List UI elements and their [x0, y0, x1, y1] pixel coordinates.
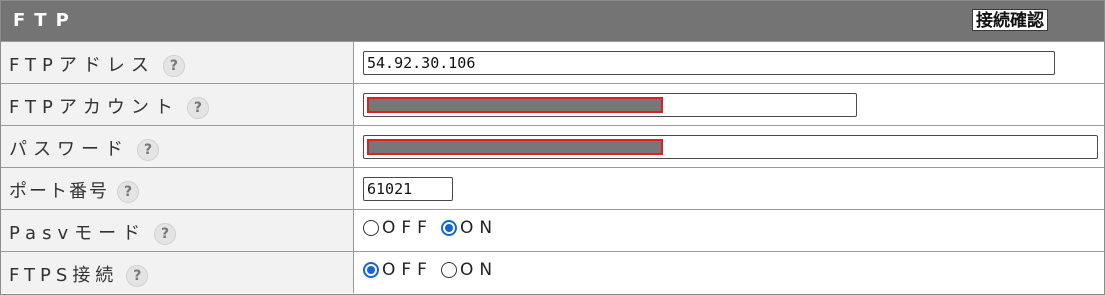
pasv-off-label[interactable]: OFF — [382, 218, 433, 238]
value-cell — [355, 84, 1104, 125]
label: FTPアカウント? — [9, 93, 209, 119]
label: FTPアドレス? — [9, 51, 185, 77]
pasv-off-radio[interactable] — [363, 220, 379, 236]
help-icon[interactable]: ? — [117, 181, 139, 203]
redacted-value — [367, 97, 663, 113]
help-icon[interactable]: ? — [186, 97, 209, 119]
label: ポート番号? — [9, 177, 139, 203]
row-pasv-mode: Pasvモード? OFF ON — [1, 209, 1104, 251]
ftps-on-radio[interactable] — [440, 262, 457, 278]
help-icon[interactable]: ? — [137, 139, 159, 161]
ftp-settings-panel: FTP 接続確認 FTPアドレス? 54.92.30.106 FTPアカウント? — [0, 0, 1105, 295]
value-cell: OFF ON — [355, 252, 1104, 293]
ftps-off-radio[interactable] — [363, 262, 379, 278]
help-icon[interactable]: ? — [126, 265, 149, 287]
label: FTPS接続? — [9, 261, 149, 287]
value-cell: 61021 — [355, 168, 1104, 209]
pasv-mode-label: Pasvモード — [9, 223, 147, 244]
pasv-on-label[interactable]: ON — [460, 218, 498, 238]
ftps-off-label[interactable]: OFF — [382, 260, 433, 280]
help-icon[interactable]: ? — [162, 55, 185, 77]
label-cell: Pasvモード? — [1, 210, 354, 251]
ftps-label: FTPS接続 — [9, 265, 119, 286]
row-ftp-account: FTPアカウント? — [1, 83, 1104, 125]
label-cell: FTPアカウント? — [1, 84, 354, 125]
pasv-mode-radio-group: OFF ON — [363, 218, 506, 238]
label: Pasvモード? — [9, 219, 177, 245]
row-port-number: ポート番号? 61021 — [1, 167, 1104, 209]
value-cell: 54.92.30.106 — [355, 42, 1104, 83]
panel-title: FTP — [13, 10, 78, 31]
help-icon[interactable]: ? — [154, 223, 177, 245]
label-cell: FTPアドレス? — [1, 42, 354, 83]
ftp-account-input[interactable] — [363, 93, 857, 117]
label: パスワード? — [9, 135, 159, 161]
row-ftp-address: FTPアドレス? 54.92.30.106 — [1, 41, 1104, 83]
pasv-on-radio[interactable] — [440, 220, 457, 236]
label-cell: パスワード? — [1, 126, 354, 167]
ftps-on-label[interactable]: ON — [460, 260, 498, 280]
label-cell: ポート番号? — [1, 168, 354, 209]
panel-header: FTP 接続確認 — [1, 1, 1104, 41]
connection-check-button[interactable]: 接続確認 — [972, 9, 1048, 31]
port-number-label: ポート番号 — [9, 181, 109, 202]
port-number-input[interactable]: 61021 — [363, 177, 453, 201]
label-cell: FTPS接続? — [1, 252, 354, 293]
ftps-radio-group: OFF ON — [363, 260, 506, 280]
row-password: パスワード? — [1, 125, 1104, 167]
password-label: パスワード — [9, 139, 129, 160]
password-input[interactable] — [363, 135, 1098, 159]
value-cell: OFF ON — [355, 210, 1104, 251]
value-cell — [355, 126, 1104, 167]
ftp-address-input[interactable]: 54.92.30.106 — [363, 51, 1055, 75]
row-ftps: FTPS接続? OFF ON — [1, 251, 1104, 293]
redacted-value — [367, 139, 663, 155]
ftp-address-label: FTPアドレス — [9, 55, 155, 76]
ftp-account-label: FTPアカウント — [9, 97, 179, 118]
